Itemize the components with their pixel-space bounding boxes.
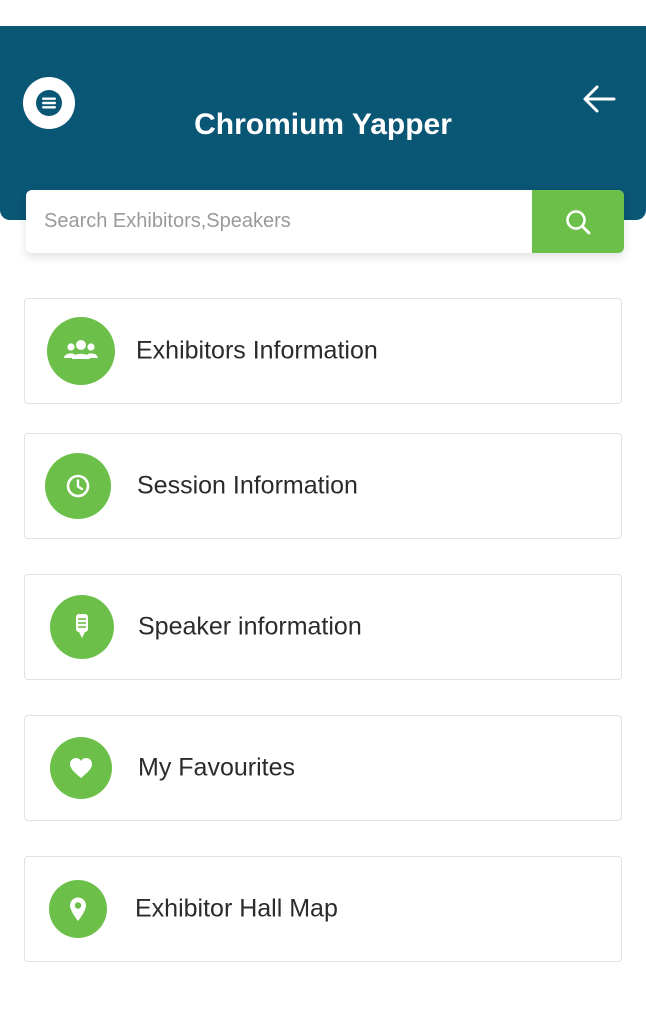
menu-item-icon-circle [45,453,111,519]
search-icon [566,209,591,234]
menu-item-speaker-information[interactable]: Speaker information [24,574,622,680]
map-pin-icon [70,897,86,921]
microphone-icon [76,614,88,638]
menu-item-label: Exhibitor Hall Map [135,894,338,923]
menu-item-exhibitors-information[interactable]: Exhibitors Information [24,298,622,404]
menu-item-session-information[interactable]: Session Information [24,433,622,539]
menu-item-icon-circle [47,317,115,385]
clock-icon [66,474,90,498]
menu-item-icon-circle [50,595,114,659]
menu-item-label: My Favourites [138,753,295,782]
page-title: Chromium Yapper [194,108,452,141]
users-group-icon [64,340,98,359]
heart-icon [70,758,92,778]
search-input[interactable] [26,190,536,253]
menu-item-label: Exhibitors Information [136,336,378,365]
menu-item-my-favourites[interactable]: My Favourites [24,715,622,821]
search-button[interactable] [532,190,624,253]
menu-item-icon-circle [50,737,112,799]
search-bar [26,190,624,253]
menu-item-label: Session Information [137,471,358,500]
menu-item-exhibitor-hall-map[interactable]: Exhibitor Hall Map [24,856,622,962]
menu-item-icon-circle [49,880,107,938]
menu-item-label: Speaker information [138,612,362,641]
